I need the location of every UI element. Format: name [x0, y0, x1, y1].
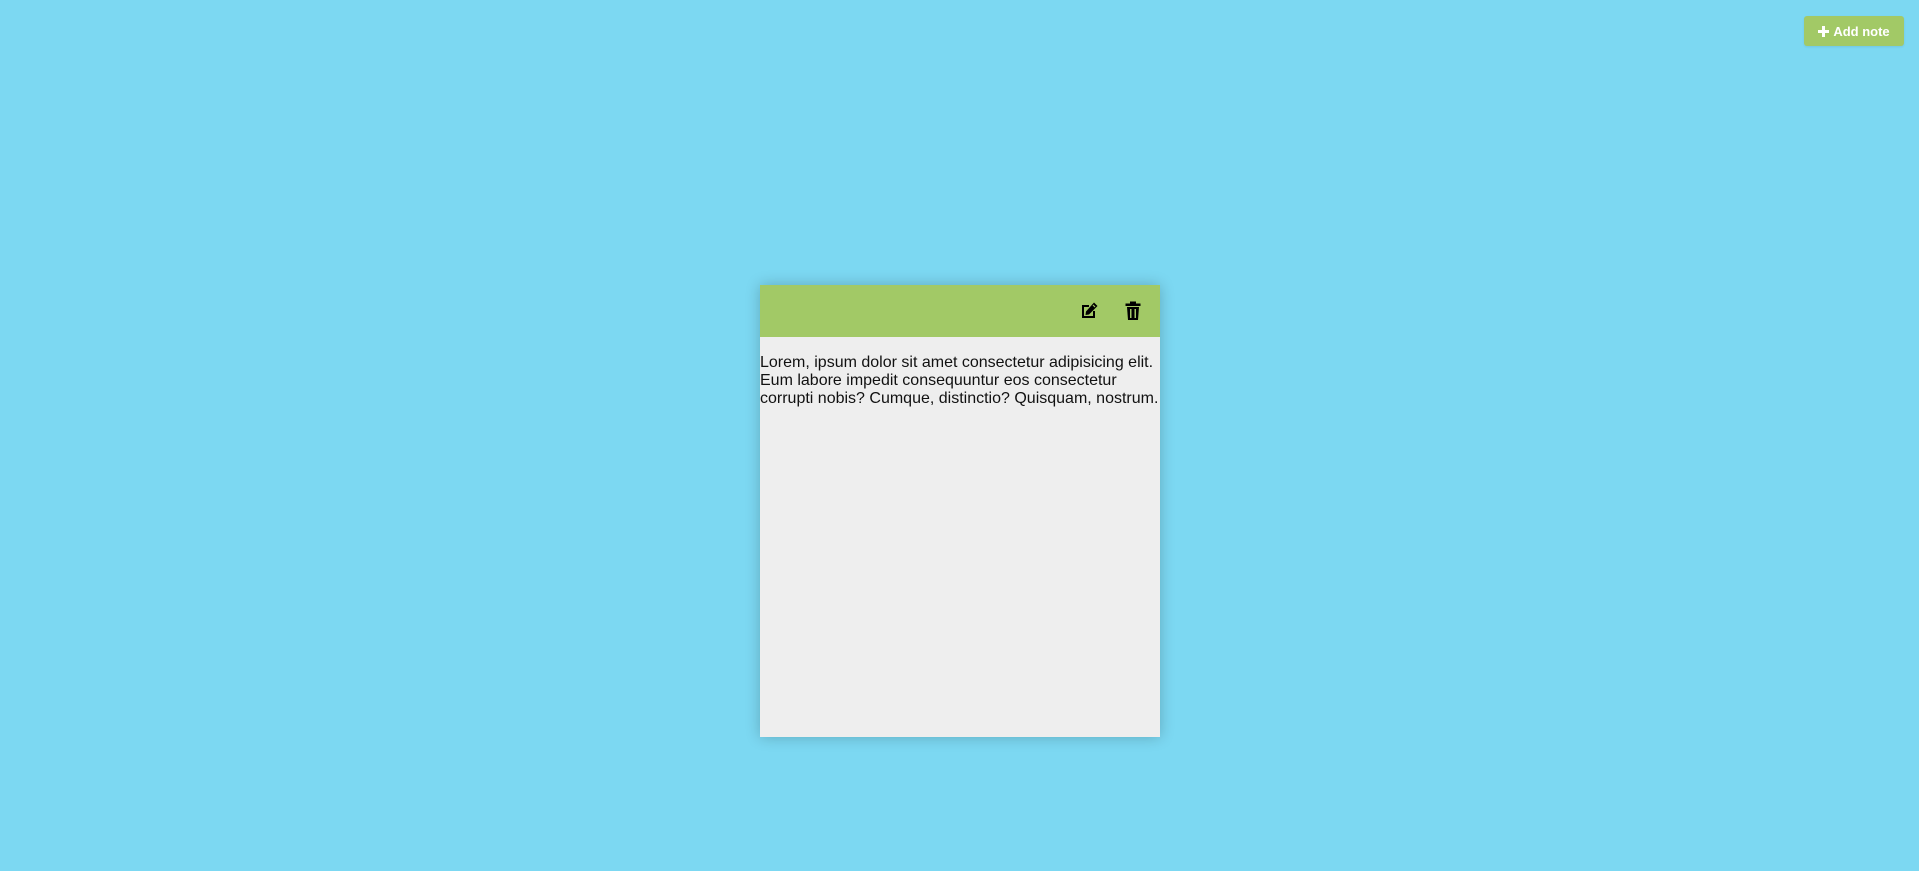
delete-button[interactable]: [1120, 298, 1146, 324]
trash-icon: [1125, 301, 1141, 320]
add-note-label: Add note: [1833, 23, 1890, 39]
note-card: Lorem, ipsum dolor sit amet consectetur …: [760, 285, 1160, 737]
edit-button[interactable]: [1076, 298, 1102, 324]
plus-icon: [1818, 25, 1830, 37]
notes-page: Add note Lorem, ipsum dolor sit amet con…: [0, 0, 1919, 871]
edit-icon: [1082, 302, 1098, 318]
add-note-button[interactable]: Add note: [1804, 16, 1904, 46]
note-text[interactable]: Lorem, ipsum dolor sit amet consectetur …: [760, 337, 1160, 408]
note-toolbar: [760, 285, 1160, 337]
